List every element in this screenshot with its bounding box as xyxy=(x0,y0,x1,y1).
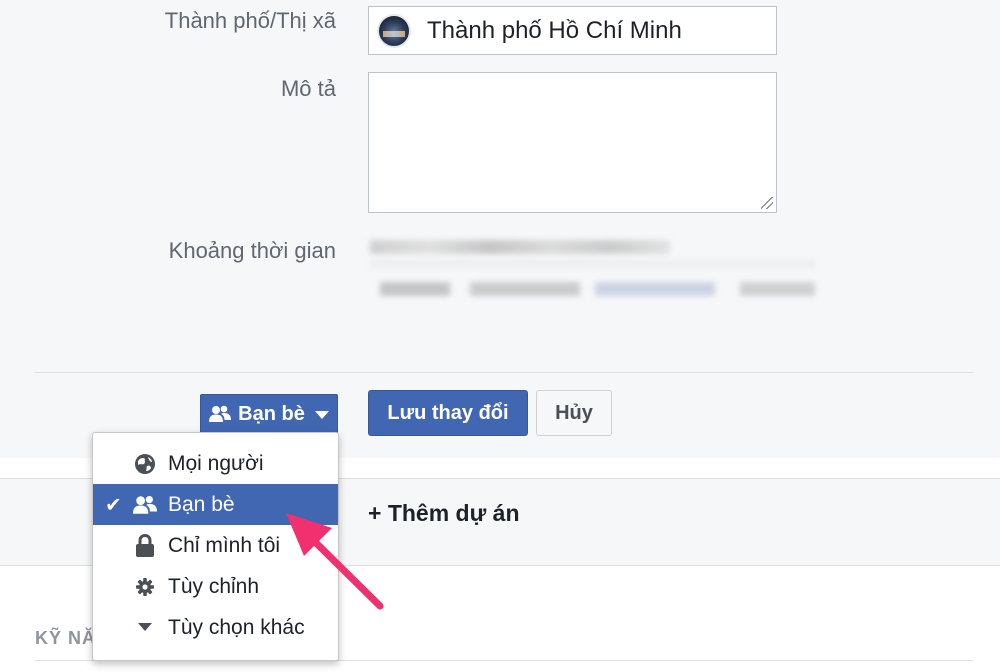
caret-down-icon xyxy=(314,411,329,419)
caret-down-icon xyxy=(133,616,157,640)
description-label: Mô tả xyxy=(280,76,336,101)
friends-icon xyxy=(209,405,232,422)
cancel-button[interactable]: Hủy xyxy=(536,390,612,436)
privacy-option-friends[interactable]: ✔ Bạn bè xyxy=(93,484,338,525)
friends-icon xyxy=(133,493,157,517)
privacy-option-public[interactable]: Mọi người xyxy=(93,443,338,484)
add-project-link[interactable]: + Thêm dự án xyxy=(368,500,520,527)
city-label: Thành phố/Thị xã xyxy=(164,8,336,33)
time-period-blurred xyxy=(370,236,820,306)
city-thumbnail xyxy=(377,13,411,48)
privacy-option-only-me[interactable]: Chỉ mình tôi xyxy=(93,525,338,566)
privacy-selector-label: Bạn bè xyxy=(238,402,305,425)
privacy-option-label: Chỉ mình tôi xyxy=(168,533,281,557)
lock-icon xyxy=(133,533,157,558)
form-divider xyxy=(35,372,973,373)
privacy-option-label: Bạn bè xyxy=(168,492,235,516)
save-changes-button[interactable]: Lưu thay đổi xyxy=(368,390,528,436)
gear-icon xyxy=(133,575,157,599)
resize-grip-icon[interactable] xyxy=(761,197,773,209)
privacy-selector-button[interactable]: Bạn bè xyxy=(200,394,338,434)
privacy-option-label: Tùy chỉnh xyxy=(168,574,260,598)
checkmark-icon: ✔ xyxy=(105,494,122,516)
city-input[interactable]: Thành phố Hồ Chí Minh xyxy=(368,6,777,55)
city-value: Thành phố Hồ Chí Minh xyxy=(427,16,682,44)
time-period-label: Khoảng thời gian xyxy=(168,238,336,263)
privacy-dropdown-menu: Mọi người ✔ Bạn bè Chỉ mình tôi Tùy chỉn… xyxy=(92,432,339,661)
privacy-option-custom[interactable]: Tùy chỉnh xyxy=(93,566,338,607)
description-textarea[interactable] xyxy=(368,72,777,213)
privacy-option-label: Mọi người xyxy=(168,451,264,475)
globe-icon xyxy=(133,452,157,476)
privacy-option-more[interactable]: Tùy chọn khác xyxy=(93,607,338,648)
skills-section-header: KỸ NĂ xyxy=(35,628,97,648)
privacy-option-label: Tùy chọn khác xyxy=(168,615,305,639)
